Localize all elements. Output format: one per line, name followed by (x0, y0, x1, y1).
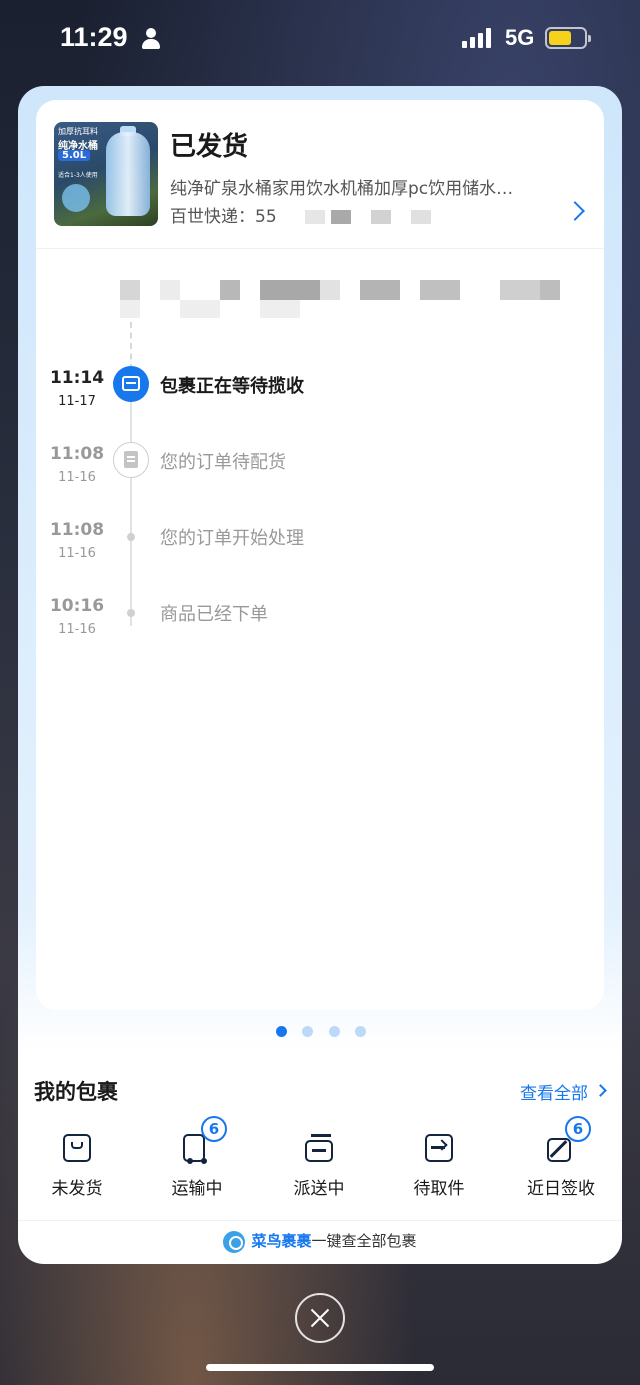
category-label: 运输中 (171, 1179, 223, 1199)
network-label: 5G (505, 25, 535, 50)
delivery-icon (303, 1132, 335, 1164)
category-unshipped[interactable]: 未发货 (22, 1132, 132, 1199)
document-icon (113, 442, 149, 478)
chevron-right-icon[interactable] (565, 201, 585, 221)
event-text: 您的订单开始处理 (160, 528, 304, 549)
product-name: 纯净矿泉水桶家用饮水机桶加厚pc饮用储水… (170, 179, 514, 199)
page-indicator[interactable] (276, 1026, 376, 1038)
footer-text: 一键查全部包裹 (311, 1232, 417, 1250)
event-date: 11-17 (58, 394, 96, 409)
order-status: 已发货 (170, 132, 249, 162)
order-card[interactable]: 加厚抗耳料 纯净水桶 5.0L 适合1-3人使用 已发货 纯净矿泉水桶家用饮水机… (36, 100, 604, 1010)
brand-name: 菜鸟裹裹 (251, 1232, 312, 1250)
timeline-dashed-line (130, 322, 132, 370)
timeline-item: 11:14 11-17 包裹正在等待揽收 (36, 366, 604, 428)
category-label: 近日签收 (527, 1179, 595, 1199)
redacted-address-line2 (120, 300, 580, 318)
event-date: 11-16 (58, 470, 96, 485)
category-label: 待取件 (413, 1179, 465, 1199)
timeline-dot-icon (127, 533, 135, 541)
timeline-line (130, 400, 132, 626)
cainiao-logo-icon (223, 1230, 246, 1253)
category-in-transit[interactable]: 6 运输中 (142, 1116, 252, 1199)
battery-icon (545, 27, 591, 49)
product-thumbnail[interactable]: 加厚抗耳料 纯净水桶 5.0L 适合1-3人使用 (54, 122, 158, 226)
page-dot[interactable] (355, 1026, 366, 1037)
event-date: 11-16 (58, 546, 96, 561)
see-all-link[interactable]: 查看全部 (520, 1079, 588, 1104)
courier-tracking: 百世快递：55 (170, 202, 431, 227)
divider (36, 248, 604, 249)
truck-icon: 6 (181, 1116, 227, 1164)
category-label: 派送中 (293, 1179, 345, 1199)
event-time: 11:14 (49, 368, 105, 388)
chevron-right-icon[interactable] (594, 1084, 607, 1097)
event-time: 11:08 (49, 520, 105, 540)
timeline-item: 11:08 11-16 您的订单开始处理 (36, 520, 604, 580)
pickup-icon (423, 1132, 455, 1164)
courier-label: 百世快递：55 (170, 207, 277, 227)
package-pickup-icon (113, 366, 149, 402)
page-dot[interactable] (302, 1026, 313, 1037)
event-text: 包裹正在等待揽收 (160, 376, 304, 397)
home-indicator[interactable] (206, 1364, 434, 1371)
signal-icon (462, 28, 494, 48)
event-date: 11-16 (58, 622, 96, 637)
timeline-item: 11:08 11-16 您的订单待配货 (36, 442, 604, 504)
redacted-address (120, 280, 580, 300)
thumb-line3: 5.0L (58, 150, 91, 161)
signed-count-badge: 6 (565, 1116, 591, 1142)
transit-count-badge: 6 (201, 1116, 227, 1142)
thumb-line4: 适合1-3人使用 (58, 172, 98, 179)
status-bar: 11:29 5G (0, 0, 640, 80)
status-time: 11:29 (60, 22, 128, 52)
package-sheet: 加厚抗耳料 纯净水桶 5.0L 适合1-3人使用 已发货 纯净矿泉水桶家用饮水机… (18, 86, 622, 1264)
category-label: 未发货 (51, 1179, 103, 1199)
my-packages-title: 我的包裹 (34, 1080, 118, 1104)
thumb-line1: 加厚抗耳料 (58, 127, 98, 136)
page-dot[interactable] (329, 1026, 340, 1037)
timeline-dot-icon (127, 609, 135, 617)
divider (18, 1220, 622, 1221)
cainiao-footer[interactable]: 菜鸟裹裹一键查全部包裹 (18, 1230, 622, 1258)
event-text: 商品已经下单 (160, 604, 268, 625)
event-text: 您的订单待配货 (160, 452, 286, 473)
unshipped-box-icon (61, 1132, 93, 1164)
category-pickup[interactable]: 待取件 (384, 1132, 494, 1199)
page-dot[interactable] (276, 1026, 287, 1037)
person-icon (142, 28, 160, 50)
category-delivering[interactable]: 派送中 (264, 1132, 374, 1199)
category-signed[interactable]: 6 近日签收 (506, 1116, 616, 1199)
close-icon[interactable] (295, 1293, 345, 1343)
event-time: 10:16 (49, 596, 105, 616)
signed-icon: 6 (545, 1116, 591, 1164)
timeline-item: 10:16 11-16 商品已经下单 (36, 596, 604, 656)
event-time: 11:08 (49, 444, 105, 464)
